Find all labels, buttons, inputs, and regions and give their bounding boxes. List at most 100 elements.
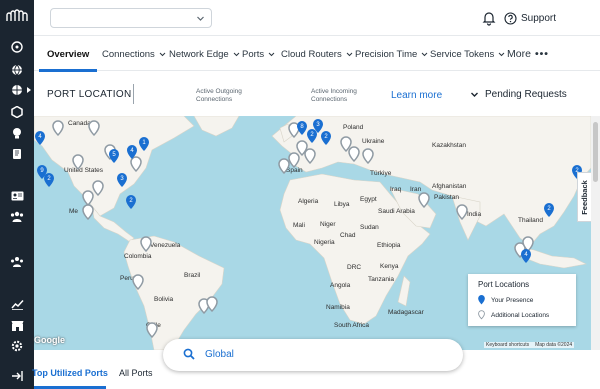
map-label-kenya: Kenya [380,263,399,270]
tab-cloud-routers[interactable]: Cloud Routers [281,37,353,71]
map-label-afghanistan: Afghanistan [432,183,467,190]
keyboard-shortcuts-link[interactable]: Keyboard shortcuts [486,342,529,348]
store-icon[interactable] [8,316,26,334]
tab-precision-time[interactable]: Precision Time [355,37,428,71]
map-label-madagascar: Madagascar [388,309,425,316]
landmass-india [451,195,481,241]
map-label-bolivia: Bolivia [154,296,174,303]
map-data-credit: Map data ©2024 [535,342,573,348]
equinix-logo[interactable] [2,4,32,28]
chevron-down-icon [346,52,353,56]
map-label-mexico: Me [69,208,78,215]
chevron-down-icon [498,52,505,56]
map-label-kazakhstan: Kazakhstan [432,142,466,149]
bell-icon[interactable] [481,10,497,26]
blue-pin-icon [478,295,485,305]
left-rail [0,0,34,389]
support-link[interactable]: Support [504,10,556,26]
grey-pin-icon [478,310,485,320]
top-bar: Support [34,0,600,36]
settings-icon[interactable] [8,337,26,355]
app-root: Support Overview Connections Network Edg… [0,0,600,389]
map-label-iraq: Iraq [390,186,402,193]
id-card-icon[interactable] [8,187,26,205]
expand-caret-icon[interactable] [26,86,32,94]
map-label-iran: Iran [410,186,422,193]
network-globe-icon[interactable] [8,81,26,99]
tab-all-ports[interactable]: All Ports [119,368,153,378]
map-label-angola: Angola [330,282,351,289]
more-dots-icon: ••• [534,48,549,60]
map-label-turkiye: Türkiye [370,170,392,177]
logout-icon[interactable] [8,367,26,385]
map-label-pakistan: Pakistan [434,194,459,201]
additional-location-pin[interactable] [206,296,218,313]
map-label-south-africa: South Africa [334,322,369,329]
active-outgoing-line1: Active Outgoing [196,88,242,95]
tab-service-tokens[interactable]: Service Tokens [430,37,505,71]
map-label-niger: Niger [320,221,336,228]
feedback-tab[interactable]: Feedback [577,172,591,222]
map-scrollbar[interactable] [591,116,600,350]
region-search[interactable]: Global [163,339,463,371]
map-label-venezuela: Venezuela [150,242,181,249]
legend-additional-locations: Additional Locations [478,310,549,320]
map-label-drc: DRC [347,264,361,271]
map-label-nigeria: Nigeria [314,239,335,246]
chevron-down-icon [233,52,240,56]
scrollbar-thumb[interactable] [593,122,598,182]
chevron-down-icon [268,52,275,56]
analytics-icon[interactable] [8,295,26,313]
tab-more-label: More [507,48,531,60]
map-label-libya: Libya [334,201,350,208]
tab-ports[interactable]: Ports [242,37,275,71]
tab-connections[interactable]: Connections [102,37,166,71]
main-nav: Overview Connections Network Edge Ports … [34,37,600,72]
map-label-mali: Mali [293,222,305,229]
map-attribution: Keyboard shortcuts Map data ©2024 [484,342,575,348]
book-icon[interactable] [8,145,26,163]
map-label-united-states: United States [64,167,104,174]
globe-icon[interactable] [8,61,26,79]
map-label-peru: Peru [120,275,134,282]
tab-more[interactable]: More ••• [507,37,549,71]
landmass-greenland [193,116,240,137]
map-legend: Port Locations Your Presence Additional … [468,274,576,326]
legend-your-presence: Your Presence [478,295,533,305]
team-icon[interactable] [8,252,26,270]
tab-service-tokens-label: Service Tokens [430,48,495,60]
additional-location-pin[interactable] [82,204,94,221]
lightbulb-icon[interactable] [8,124,26,142]
map-label-algeria: Algeria [298,198,319,205]
pending-requests-toggle[interactable]: Pending Requests [470,89,567,100]
active-outgoing-line2: Connections [196,96,233,103]
port-location-header: PORT LOCATION Active Outgoing Connection… [34,72,600,116]
map-label-egypt: Egypt [360,196,377,203]
learn-more-link[interactable]: Learn more [391,90,442,101]
legend-title: Port Locations [478,280,530,289]
tab-ports-label: Ports [242,48,265,60]
chevron-down-icon [471,92,478,97]
account-selector[interactable] [50,8,212,28]
chevron-down-icon [159,52,166,56]
tab-top-utilized-ports[interactable]: Top Utilized Ports [32,368,108,378]
region-search-value[interactable]: Global [205,349,234,360]
tab-network-edge-label: Network Edge [169,48,229,60]
map-label-ethiopia: Ethiopia [377,242,401,249]
landmass-madagascar [397,275,411,307]
hexagon-icon[interactable] [8,103,26,121]
map-label-tanzania: Tanzania [368,276,394,283]
map-label-colombia: Colombia [124,253,152,260]
active-incoming-connections: Active Incoming Connections [311,88,357,104]
dashboard-icon[interactable] [8,38,26,56]
users-icon[interactable] [8,207,26,225]
tab-cloud-routers-label: Cloud Routers [281,48,342,60]
map-label-chad: Chad [340,232,356,239]
search-icon [183,348,195,360]
map-label-saudi-arabia: Saudi Arabia [378,208,415,215]
support-label: Support [521,12,557,24]
port-location-title: PORT LOCATION [47,89,132,100]
map-label-thailand: Thailand [518,217,543,224]
tab-network-edge[interactable]: Network Edge [169,37,240,71]
tab-overview[interactable]: Overview [38,37,98,72]
